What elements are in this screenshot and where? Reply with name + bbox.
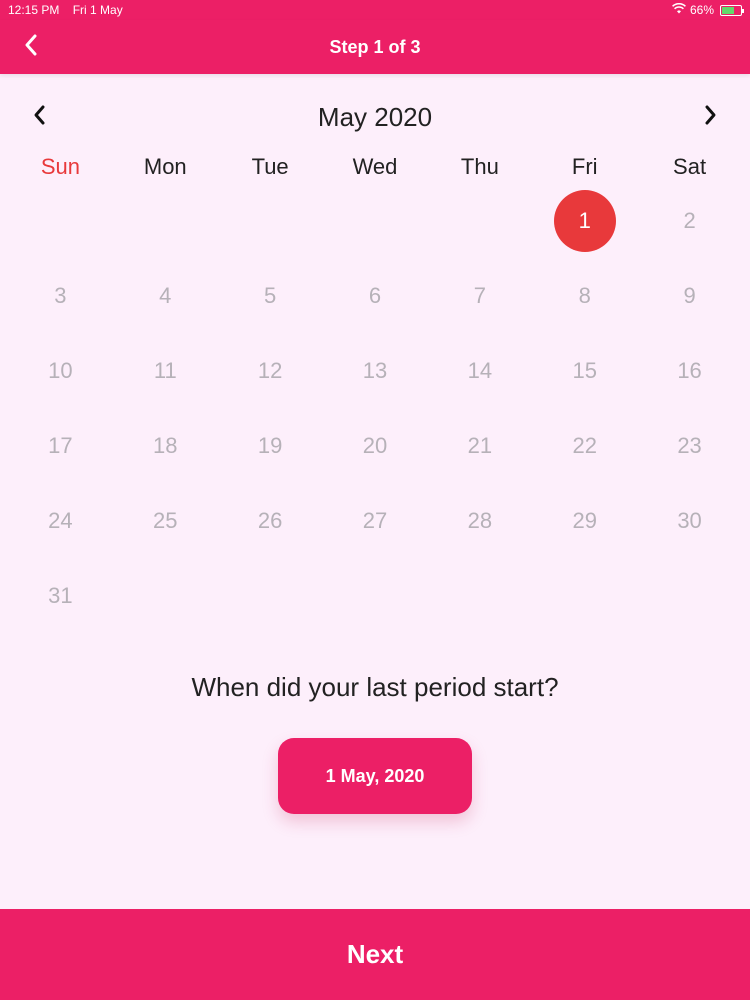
next-month-button[interactable] xyxy=(692,99,728,135)
status-date: Fri 1 May xyxy=(72,3,123,17)
calendar-day-label: 24 xyxy=(48,507,73,533)
calendar-day-7[interactable]: 7 xyxy=(427,258,532,333)
calendar-day-16[interactable]: 16 xyxy=(637,333,742,408)
calendar-day-18[interactable]: 18 xyxy=(113,408,218,483)
chevron-right-icon xyxy=(703,104,717,131)
calendar-day-label: 13 xyxy=(362,357,388,383)
calendar-day-9[interactable]: 9 xyxy=(637,258,742,333)
calendar-day-29[interactable]: 29 xyxy=(532,483,637,558)
calendar-empty-cell xyxy=(113,183,218,258)
calendar-day-label: 3 xyxy=(54,282,67,308)
calendar-day-label: 6 xyxy=(368,282,382,308)
month-header: May 2020 xyxy=(0,95,750,139)
calendar-day-24[interactable]: 24 xyxy=(8,483,113,558)
calendar-day-label: 8 xyxy=(578,282,591,308)
calendar-day-3[interactable]: 3 xyxy=(8,258,113,333)
battery-percent: 66% xyxy=(689,3,714,17)
calendar-day-15[interactable]: 15 xyxy=(532,333,637,408)
calendar-day-30[interactable]: 30 xyxy=(637,483,742,558)
calendar-empty-cell xyxy=(427,183,532,258)
calendar-day-31[interactable]: 31 xyxy=(8,558,113,633)
calendar-day-19[interactable]: 19 xyxy=(218,408,323,483)
calendar-day-27[interactable]: 27 xyxy=(323,483,428,558)
chevron-left-icon xyxy=(33,104,47,131)
calendar-day-label: 12 xyxy=(257,357,283,383)
calendar-day-26[interactable]: 26 xyxy=(218,483,323,558)
calendar-day-17[interactable]: 17 xyxy=(8,408,113,483)
weekday-header: Sun Mon Tue Wed Thu Fri Sat xyxy=(8,150,742,184)
calendar-day-1[interactable]: 1 xyxy=(532,183,637,258)
month-title: May 2020 xyxy=(317,101,433,132)
status-time: 12:15 PM xyxy=(8,3,60,17)
calendar-empty-cell xyxy=(218,183,323,258)
calendar-day-21[interactable]: 21 xyxy=(427,408,532,483)
back-button[interactable] xyxy=(14,30,48,64)
nav-bar: Step 1 of 3 xyxy=(0,20,750,74)
weekday-mon: Mon xyxy=(143,154,187,179)
calendar-day-2[interactable]: 2 xyxy=(637,183,742,258)
calendar-day-12[interactable]: 12 xyxy=(218,333,323,408)
weekday-thu: Thu xyxy=(460,154,499,179)
calendar-day-25[interactable]: 25 xyxy=(113,483,218,558)
calendar-day-13[interactable]: 13 xyxy=(323,333,428,408)
battery-fill xyxy=(722,6,734,14)
calendar-day-label: 22 xyxy=(572,432,597,458)
calendar-day-label: 28 xyxy=(467,507,493,533)
wifi-icon xyxy=(672,2,686,17)
calendar-day-label: 9 xyxy=(683,282,696,308)
calendar-day-label: 15 xyxy=(572,357,597,383)
calendar-empty-cell xyxy=(323,183,428,258)
calendar-day-11[interactable]: 11 xyxy=(113,333,218,408)
weekday-sat: Sat xyxy=(673,154,707,179)
calendar-day-label: 23 xyxy=(677,432,702,458)
calendar-day-8[interactable]: 8 xyxy=(532,258,637,333)
selected-date-button[interactable]: 1 May, 2020 xyxy=(278,738,472,814)
chevron-left-icon xyxy=(24,34,38,61)
calendar-day-label: 26 xyxy=(257,507,283,533)
calendar-day-6[interactable]: 6 xyxy=(323,258,428,333)
calendar-day-label: 25 xyxy=(153,507,178,533)
calendar-day-28[interactable]: 28 xyxy=(427,483,532,558)
previous-month-button[interactable] xyxy=(22,99,58,135)
calendar-day-label: 17 xyxy=(48,432,73,458)
calendar-day-5[interactable]: 5 xyxy=(218,258,323,333)
status-left: 12:15 PM Fri 1 May xyxy=(8,3,133,17)
calendar-day-label: 29 xyxy=(572,507,597,533)
calendar-grid: 1 2 3 4 5 6 7 8 9 10 11 12 13 14 15 16 17 18 19 20 21 22 23 24 2… xyxy=(8,183,742,633)
calendar-day-label: 1 xyxy=(553,189,616,252)
calendar-day-23[interactable]: 23 xyxy=(637,408,742,483)
calendar-day-label: 19 xyxy=(257,432,283,458)
calendar-day-20[interactable]: 20 xyxy=(323,408,428,483)
calendar-day-label: 11 xyxy=(153,357,177,383)
calendar-day-label: 27 xyxy=(362,507,388,533)
battery-icon xyxy=(720,4,744,16)
calendar-day-22[interactable]: 22 xyxy=(532,408,637,483)
calendar-empty-cell xyxy=(8,183,113,258)
weekday-tue: Tue xyxy=(251,154,289,179)
calendar-day-label: 16 xyxy=(677,357,702,383)
calendar-day-label: 2 xyxy=(683,207,696,233)
calendar-day-label: 14 xyxy=(467,357,493,383)
calendar-day-label: 18 xyxy=(153,432,178,458)
calendar-day-label: 20 xyxy=(362,432,388,458)
question-label: When did your last period start? xyxy=(191,672,559,702)
calendar-day-label: 21 xyxy=(467,432,493,458)
page-title: Step 1 of 3 xyxy=(329,36,421,57)
weekday-sun: Sun xyxy=(40,154,80,179)
status-bar: 12:15 PM Fri 1 May 66% xyxy=(0,0,750,20)
calendar-day-label: 7 xyxy=(473,282,486,308)
calendar-day-10[interactable]: 10 xyxy=(8,333,113,408)
weekday-wed: Wed xyxy=(352,154,398,179)
calendar-day-14[interactable]: 14 xyxy=(427,333,532,408)
weekday-fri: Fri xyxy=(571,154,598,179)
status-right: 66% xyxy=(672,2,744,17)
calendar-day-label: 4 xyxy=(159,282,172,308)
next-button[interactable]: Next xyxy=(0,909,750,1000)
calendar-day-label: 30 xyxy=(677,507,702,533)
calendar-day-label: 5 xyxy=(264,282,277,308)
calendar-day-label: 31 xyxy=(48,582,73,608)
calendar-day-label: 10 xyxy=(48,357,73,383)
calendar-day-4[interactable]: 4 xyxy=(113,258,218,333)
